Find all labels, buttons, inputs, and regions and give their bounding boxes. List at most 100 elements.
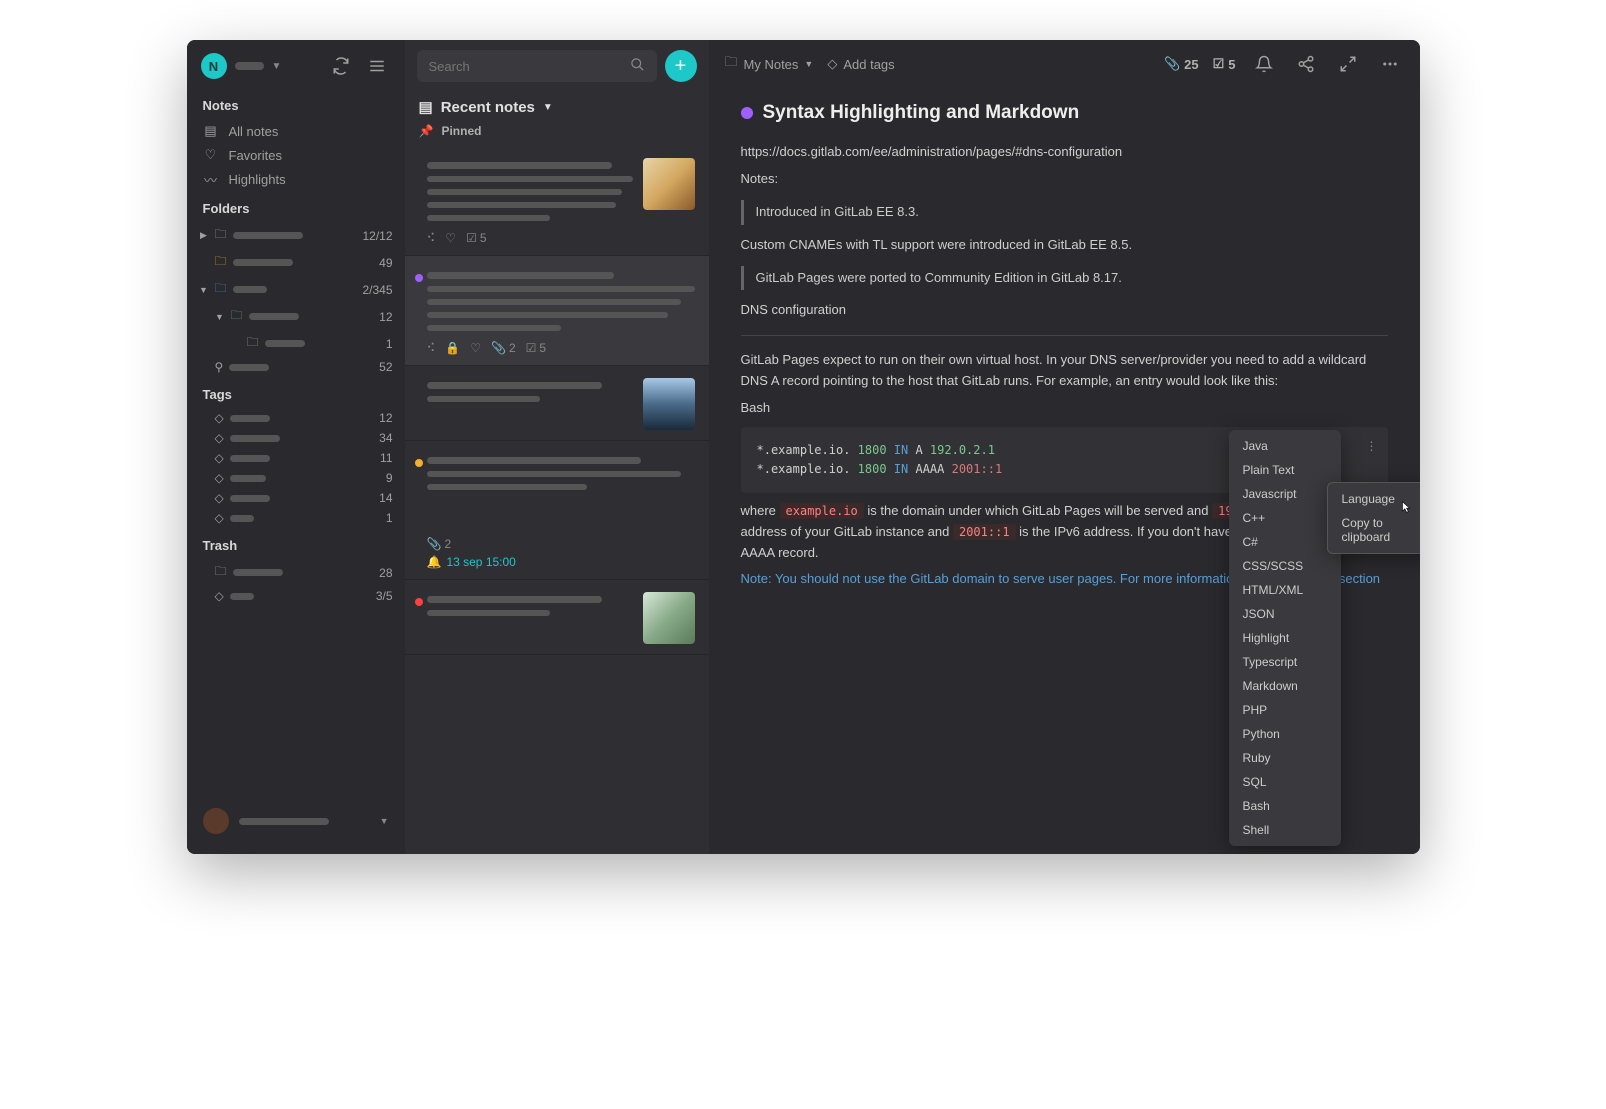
search-icon	[630, 57, 645, 75]
copy-clipboard-item[interactable]: Copy to clipboard	[1328, 511, 1420, 549]
lang-option[interactable]: C#	[1229, 530, 1341, 554]
lang-option[interactable]: Typescript	[1229, 650, 1341, 674]
folder-count: 1	[386, 337, 393, 351]
folder-row[interactable]: ▶🗀12/12	[195, 222, 397, 249]
lock-icon: 🔒	[445, 341, 460, 355]
section-tags: Tags	[195, 377, 397, 408]
tag-row[interactable]: ◇ 34	[195, 428, 397, 448]
add-tags-button[interactable]: ◇Add tags	[827, 56, 894, 72]
note-text: Notes:	[741, 169, 1388, 190]
folder-count: 52	[379, 360, 392, 374]
expand-icon[interactable]	[1334, 50, 1362, 78]
chevron-down-icon: ▼	[804, 59, 813, 69]
cursor-icon	[1399, 500, 1413, 514]
sidebar-all-notes[interactable]: ▤All notes	[195, 119, 397, 143]
search-input-wrap[interactable]	[417, 50, 657, 82]
folder-name-placeholder	[233, 286, 267, 293]
note-text: Bash	[741, 398, 1388, 419]
folder-row[interactable]: ⚲ 52	[195, 357, 397, 377]
shared-folder-icon: ⚲	[215, 360, 224, 374]
lang-option[interactable]: SQL	[1229, 770, 1341, 794]
chevron-down-icon: ▼	[215, 312, 225, 322]
code-context-menu: Language▸ Copy to clipboard	[1327, 482, 1420, 554]
folder-icon: 🗀	[215, 225, 227, 246]
lang-option[interactable]: Java	[1229, 434, 1341, 458]
note-card[interactable]	[405, 366, 709, 441]
app-logo[interactable]: N	[201, 53, 227, 79]
attach-count[interactable]: 📎25	[1164, 56, 1199, 72]
share-icon[interactable]	[1292, 50, 1320, 78]
folder-row[interactable]: ▼🗀2/345	[195, 276, 397, 303]
folder-count: 12	[379, 310, 392, 324]
sidebar-favorites[interactable]: ♡Favorites	[195, 143, 397, 167]
folder-row[interactable]: ▼🗀12	[195, 303, 397, 330]
tag-row[interactable]: ◇14	[195, 488, 397, 508]
note-thumbnail	[643, 592, 695, 644]
bell-icon[interactable]	[1250, 50, 1278, 78]
folder-icon: 🗀	[215, 279, 227, 300]
tag-row[interactable]: ◇12	[195, 408, 397, 428]
pinned-header: 📌 Pinned	[405, 122, 709, 146]
lang-option[interactable]: CSS/SCSS	[1229, 554, 1341, 578]
tag-icon: ◇	[215, 431, 224, 445]
trash-name-placeholder	[233, 569, 283, 576]
folder-icon: 🗀	[215, 562, 227, 583]
lang-option[interactable]: Python	[1229, 722, 1341, 746]
lang-option[interactable]: JSON	[1229, 602, 1341, 626]
todo-icon: ☑	[1213, 56, 1225, 72]
sync-icon[interactable]	[327, 52, 355, 80]
breadcrumb[interactable]: 🗀My Notes▼	[725, 53, 814, 75]
hamburger-icon[interactable]	[363, 52, 391, 80]
tag-row[interactable]: ◇11	[195, 448, 397, 468]
tag-name-placeholder	[230, 515, 254, 522]
lang-option[interactable]: Plain Text	[1229, 458, 1341, 482]
note-card[interactable]: ⠪ 🔒 ♡ 📎 2 ☑ 5	[405, 256, 709, 366]
lang-option[interactable]: PHP	[1229, 698, 1341, 722]
lang-option[interactable]: Shell	[1229, 818, 1341, 842]
lang-option[interactable]: Bash	[1229, 794, 1341, 818]
tag-count: 34	[379, 431, 392, 445]
lang-option[interactable]: C++	[1229, 506, 1341, 530]
note-title[interactable]: Syntax Highlighting and Markdown	[763, 98, 1080, 128]
trash-row[interactable]: 🗀28	[195, 559, 397, 586]
more-icon[interactable]	[1376, 50, 1404, 78]
code-more-icon[interactable]: ⋮	[1366, 437, 1378, 456]
chevron-right-icon: ▶	[199, 230, 209, 241]
workspace-name-placeholder	[235, 62, 264, 70]
folder-row[interactable]: 🗀1	[195, 330, 397, 357]
note-icon: ▤	[203, 123, 219, 139]
sidebar: N ▼ Notes ▤All notes ♡Favorites 〰Highlig…	[187, 40, 405, 854]
username-placeholder	[239, 818, 329, 825]
note-card[interactable]: 📎 2 🔔13 sep 15:00	[405, 441, 709, 580]
tag-icon: ◇	[215, 451, 224, 465]
tag-icon: ◇	[215, 411, 224, 425]
tag-count: 14	[379, 491, 392, 505]
folder-icon: 🗀	[725, 53, 738, 75]
list-title[interactable]: ▤ Recent notes ▼	[405, 92, 709, 122]
note-url: https://docs.gitlab.com/ee/administratio…	[741, 142, 1388, 163]
note-card[interactable]: ⠪ ♡ ☑ 5	[405, 146, 709, 256]
note-card[interactable]	[405, 580, 709, 655]
sidebar-highlights[interactable]: 〰Highlights	[195, 167, 397, 191]
content-toolbar: 🗀My Notes▼ ◇Add tags 📎25 ☑5	[709, 40, 1420, 88]
chevron-down-icon[interactable]: ▼	[380, 816, 389, 826]
todo-count[interactable]: ☑5	[1213, 56, 1236, 72]
user-avatar[interactable]	[203, 808, 229, 834]
pinned-label: Pinned	[441, 124, 481, 138]
tag-row[interactable]: ◇9	[195, 468, 397, 488]
lang-option[interactable]: HTML/XML	[1229, 578, 1341, 602]
lang-option[interactable]: Ruby	[1229, 746, 1341, 770]
lang-option[interactable]: Javascript	[1229, 482, 1341, 506]
heart-icon: ♡	[470, 341, 481, 355]
divider	[741, 335, 1388, 336]
lang-option[interactable]: Highlight	[1229, 626, 1341, 650]
lang-option[interactable]: Markdown	[1229, 674, 1341, 698]
tag-count: 9	[386, 471, 393, 485]
search-input[interactable]	[429, 59, 622, 74]
chevron-down-icon[interactable]: ▼	[272, 61, 282, 72]
add-note-button[interactable]: +	[665, 50, 697, 82]
folder-row[interactable]: 🗀49	[195, 249, 397, 276]
trash-row[interactable]: ◇3/5	[195, 586, 397, 606]
note-text: GitLab Pages expect to run on their own …	[741, 350, 1388, 392]
tag-row[interactable]: ◇1	[195, 508, 397, 528]
